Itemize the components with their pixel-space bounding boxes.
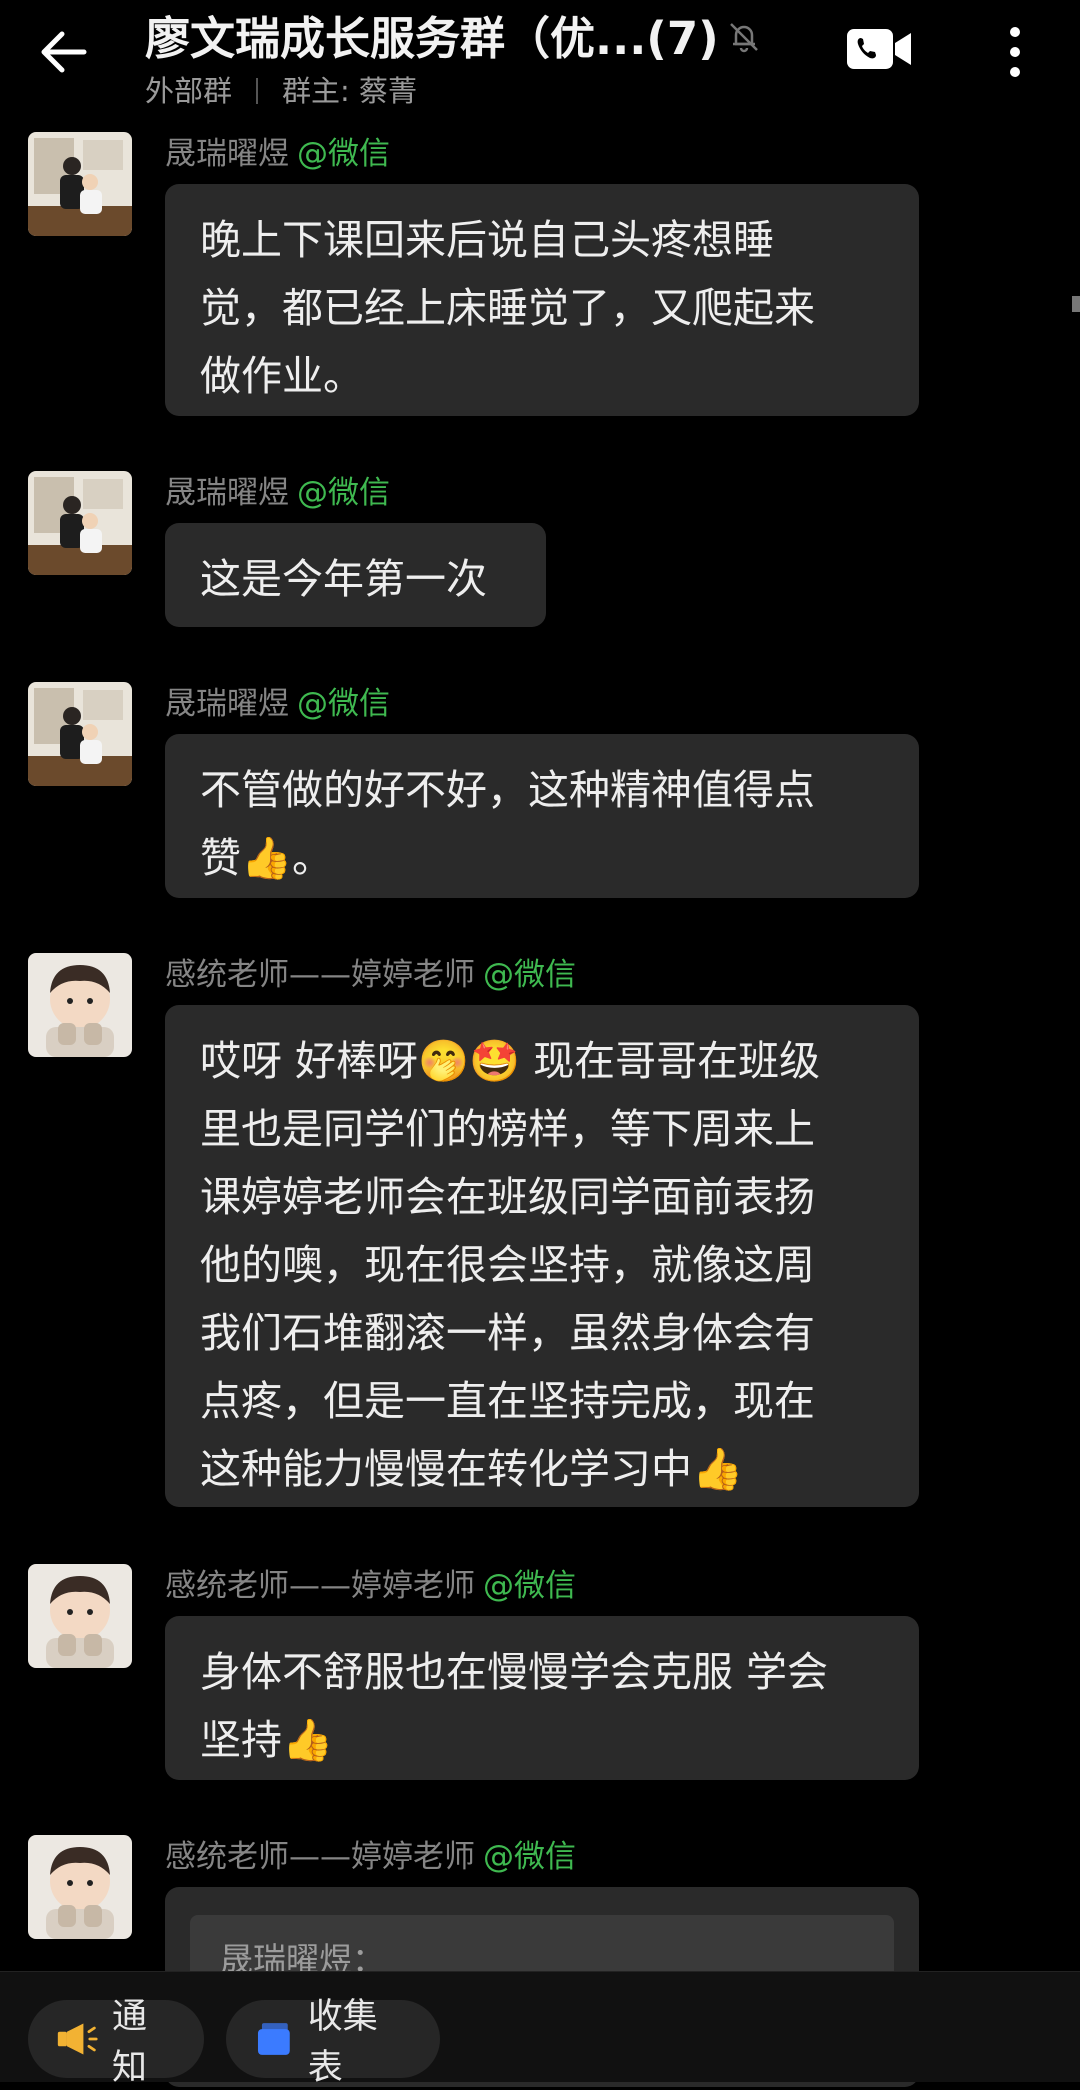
- baby-photo-avatar: [28, 1835, 132, 1939]
- sender-name: 感统老师——婷婷老师: [165, 1839, 475, 1875]
- sender-source: @微信: [297, 475, 390, 511]
- sender-source: @微信: [297, 136, 390, 172]
- sender-name: 晟瑞曜煜: [165, 686, 289, 722]
- sender-source: @微信: [483, 1839, 576, 1875]
- group-type-label: 外部群: [145, 74, 233, 108]
- sender-name: 晟瑞曜煜: [165, 136, 289, 172]
- more-vertical-icon[interactable]: [1000, 22, 1030, 82]
- message-text: 哎呀 好棒呀🤭🤩 现在哥哥在班级 里也是同学们的榜样，等下周来上 课婷婷老师会在…: [200, 1037, 821, 1493]
- group-subtitle: 外部群 群主: 蔡菁: [145, 68, 417, 110]
- message-text: 身体不舒服也在慢慢学会克服 学会 坚持👍: [200, 1648, 829, 1764]
- avatar[interactable]: [28, 682, 132, 786]
- mute-bell-icon: [730, 23, 758, 53]
- avatar[interactable]: [28, 132, 132, 236]
- avatar[interactable]: [28, 471, 132, 575]
- notice-label: 通知: [112, 1997, 148, 2088]
- avatar[interactable]: [28, 1564, 132, 1668]
- bottom-toolbar: 通知 收集表: [0, 1971, 1080, 2088]
- chat-header: 廖文瑞成长服务群（优...(7) 外部群 群主: 蔡菁: [0, 0, 1080, 125]
- scroll-indicator[interactable]: [1072, 296, 1080, 312]
- baby-photo-avatar: [28, 953, 132, 1057]
- parent-photo-avatar: [28, 682, 132, 786]
- form-stack-icon: [257, 2023, 290, 2055]
- message-bubble[interactable]: 晚上下课回来后说自己头疼想睡 觉，都已经上床睡觉了，又爬起来 做作业。: [165, 184, 919, 416]
- baby-photo-avatar: [28, 1564, 132, 1668]
- message-text: 晚上下课回来后说自己头疼想睡 觉，都已经上床睡觉了，又爬起来 做作业。: [200, 216, 815, 400]
- parent-photo-avatar: [28, 132, 132, 236]
- form-label: 收集表: [307, 1997, 378, 2088]
- avatar[interactable]: [28, 953, 132, 1057]
- group-owner-label: 群主: 蔡菁: [282, 74, 418, 108]
- sender-name: 晟瑞曜煜: [165, 475, 289, 511]
- sender-line: 晟瑞曜煜 @微信: [165, 678, 390, 723]
- sender-line: 感统老师——婷婷老师 @微信: [165, 1560, 576, 1605]
- parent-photo-avatar: [28, 471, 132, 575]
- message-bubble[interactable]: 这是今年第一次: [165, 523, 546, 627]
- back-arrow-icon[interactable]: [36, 22, 96, 82]
- avatar[interactable]: [28, 1835, 132, 1939]
- subtitle-divider: [256, 78, 259, 104]
- message-bubble[interactable]: 哎呀 好棒呀🤭🤩 现在哥哥在班级 里也是同学们的榜样，等下周来上 课婷婷老师会在…: [165, 1005, 919, 1507]
- sender-line: 晟瑞曜煜 @微信: [165, 467, 390, 512]
- message-bubble[interactable]: 身体不舒服也在慢慢学会克服 学会 坚持👍: [165, 1616, 919, 1780]
- message-text: 不管做的好不好，这种精神值得点 赞👍。: [200, 766, 815, 882]
- sender-source: @微信: [483, 957, 576, 993]
- sender-name: 感统老师——婷婷老师: [165, 1568, 475, 1604]
- sender-source: @微信: [297, 686, 390, 722]
- message-text: 这是今年第一次: [200, 555, 487, 603]
- sender-name: 感统老师——婷婷老师: [165, 957, 475, 993]
- notice-button[interactable]: 通知: [28, 1997, 204, 2088]
- sender-source: @微信: [483, 1568, 576, 1604]
- sender-line: 感统老师——婷婷老师 @微信: [165, 949, 576, 994]
- video-call-icon[interactable]: [845, 26, 913, 72]
- sender-line: 感统老师——婷婷老师 @微信: [165, 1831, 576, 1876]
- group-title[interactable]: 廖文瑞成长服务群（优...(7): [145, 2, 719, 67]
- sender-line: 晟瑞曜煜 @微信: [165, 128, 390, 173]
- megaphone-icon: [57, 2023, 98, 2055]
- message-bubble[interactable]: 不管做的好不好，这种精神值得点 赞👍。: [165, 734, 919, 898]
- collection-form-button[interactable]: 收集表: [226, 1997, 440, 2088]
